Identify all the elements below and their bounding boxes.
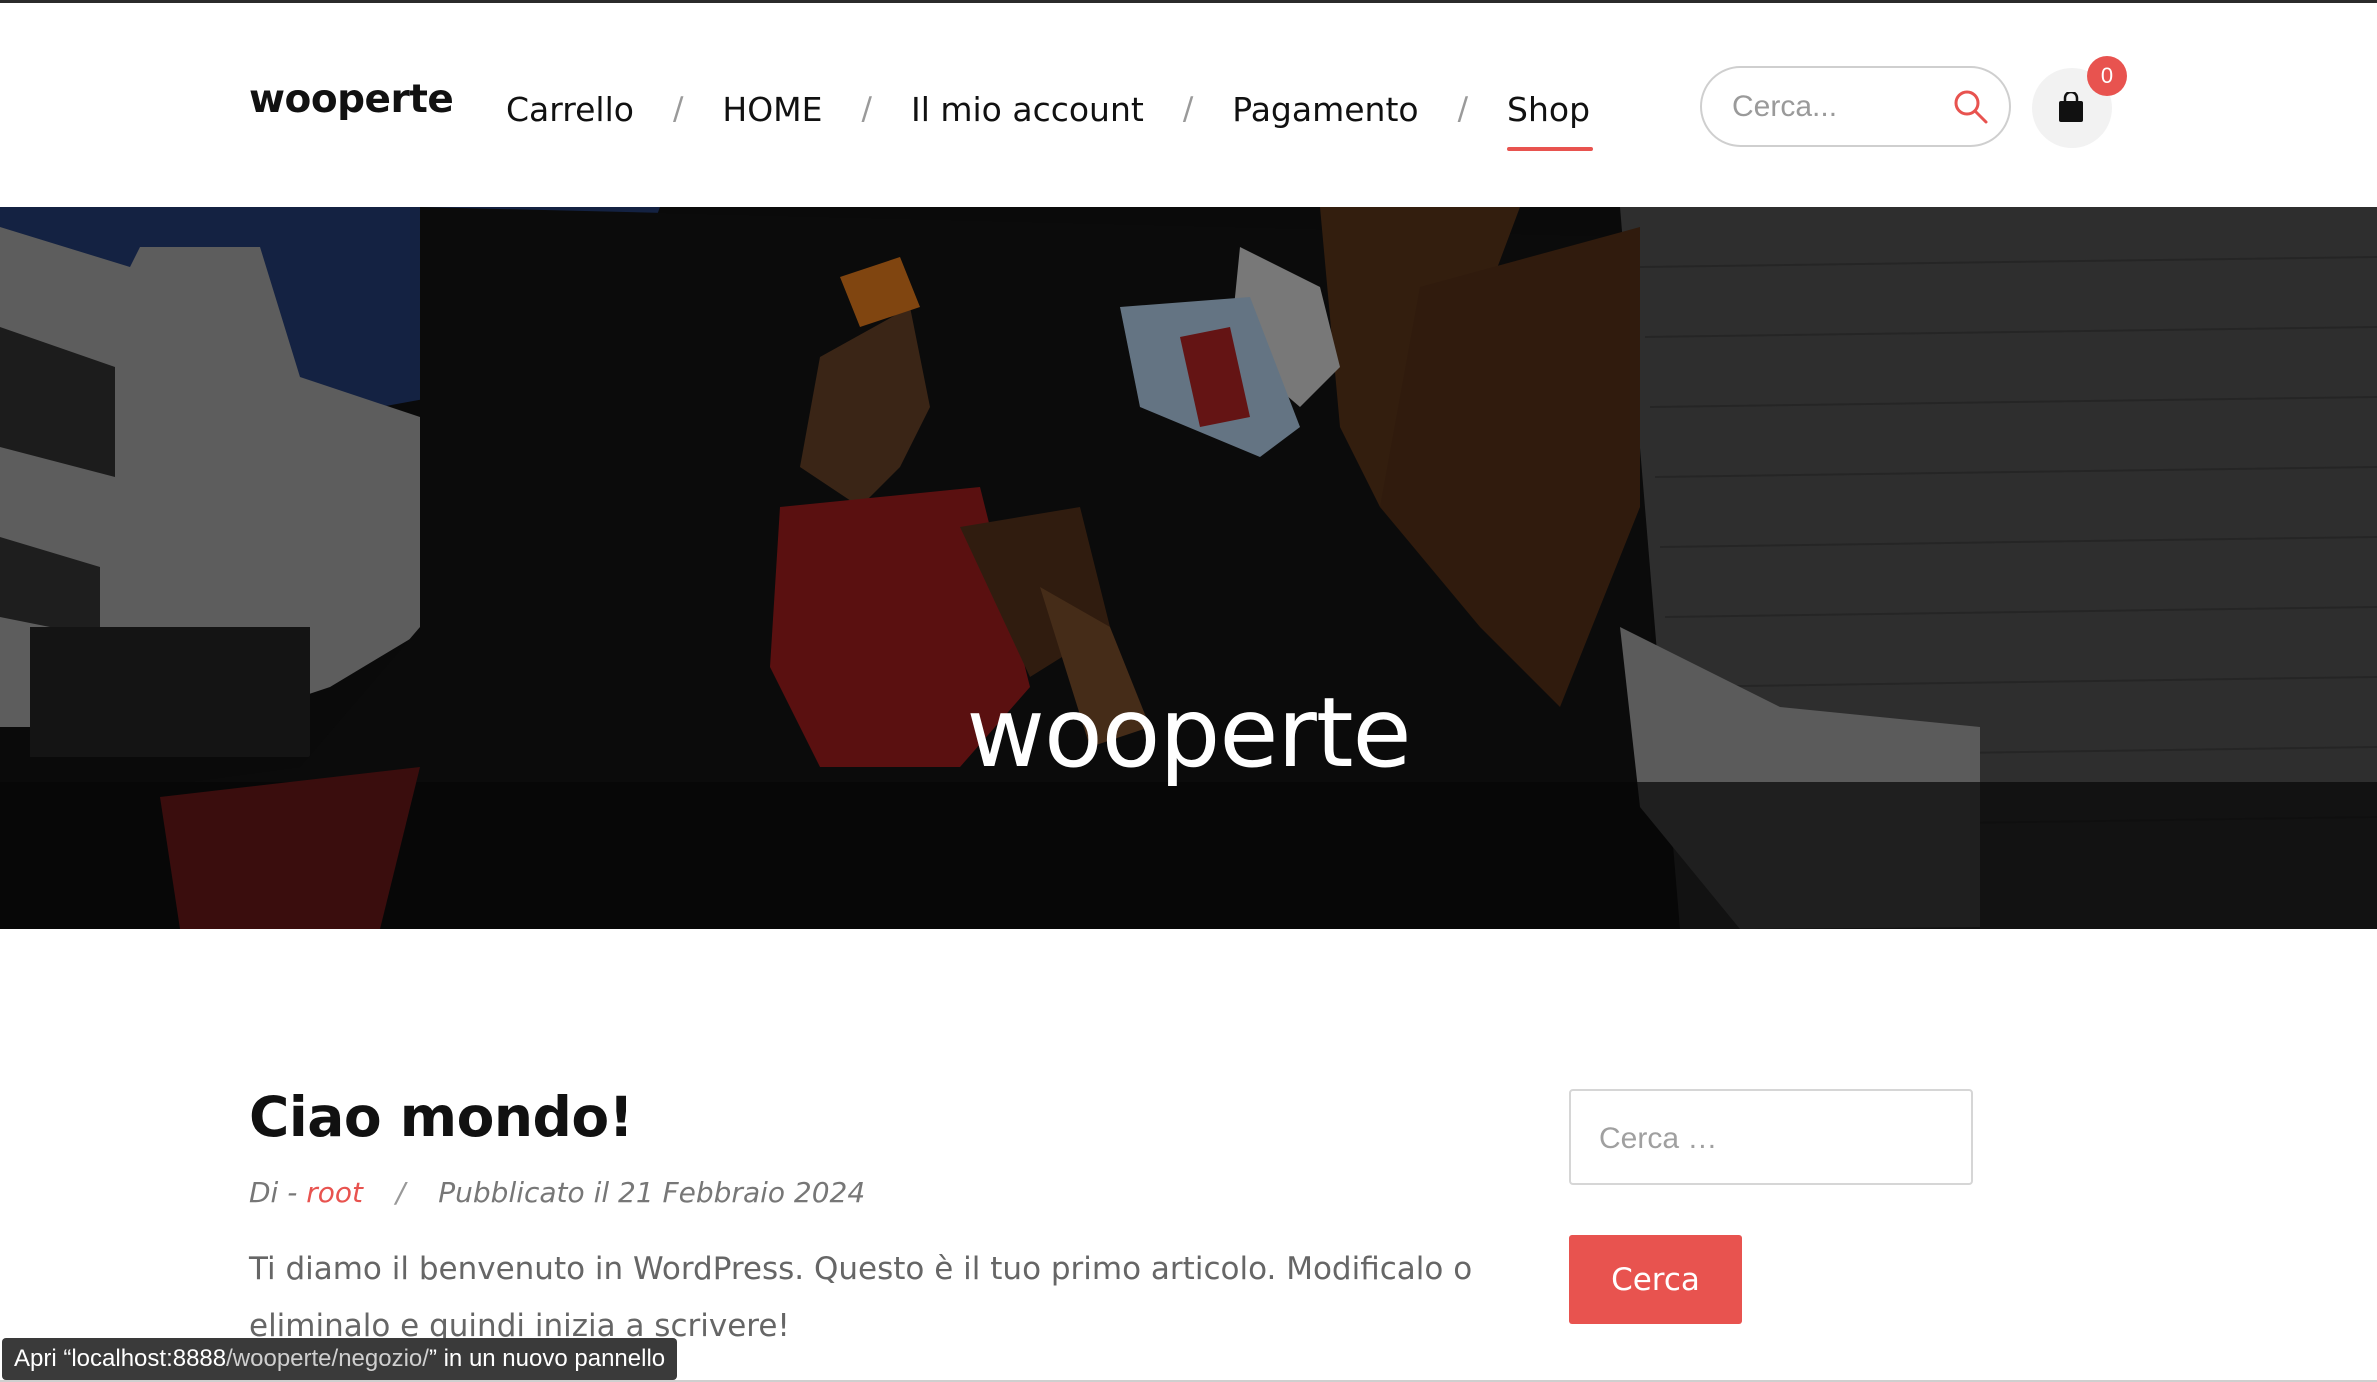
status-bar-prefix: Apri “localhost:8888 xyxy=(14,1345,227,1372)
site-header: wooperte Carrello / HOME / Il mio accoun… xyxy=(0,6,2377,207)
post-meta-prefix: Di - xyxy=(249,1176,298,1209)
header-search xyxy=(1700,66,2011,147)
post-meta-separator: / xyxy=(395,1176,406,1209)
post-author-link[interactable]: root xyxy=(306,1176,363,1209)
main-navigation: Carrello / HOME / Il mio account / Pagam… xyxy=(506,84,1594,151)
status-bar-path: /wooperte/negozio/ xyxy=(226,1345,429,1372)
sidebar-search-box xyxy=(1569,1089,1973,1185)
sidebar-search-button[interactable]: Cerca xyxy=(1569,1235,1742,1324)
hero-banner: wooperte xyxy=(0,207,2377,929)
status-bar-suffix: ” in un nuovo pannello xyxy=(428,1345,666,1372)
nav-item-carrello[interactable]: Carrello xyxy=(506,90,634,129)
nav-separator: / xyxy=(1182,91,1194,127)
post-date: Pubblicato il 21 Febbraio 2024 xyxy=(438,1176,866,1209)
nav-item-account[interactable]: Il mio account xyxy=(911,90,1144,129)
site-logo[interactable]: wooperte xyxy=(249,77,454,122)
shopping-bag-icon xyxy=(2059,92,2083,122)
search-icon[interactable] xyxy=(1952,88,1990,126)
sidebar-search-input[interactable] xyxy=(1599,1117,1939,1161)
nav-item-shop[interactable]: Shop xyxy=(1507,90,1594,151)
browser-status-bar: Apri “localhost:8888/wooperte/negozio/” … xyxy=(2,1338,678,1380)
post-title[interactable]: Ciao mondo! xyxy=(249,1085,634,1149)
nav-separator: / xyxy=(861,91,872,127)
cart-count-badge: 0 xyxy=(2087,56,2127,96)
header-search-input[interactable] xyxy=(1732,85,1942,129)
nav-separator: / xyxy=(672,91,684,127)
hero-mural-image xyxy=(0,207,2377,929)
nav-separator: / xyxy=(1457,91,1469,127)
post-meta: Di - root / Pubblicato il 21 Febbraio 20… xyxy=(249,1176,865,1209)
hero-title: wooperte xyxy=(966,677,1411,789)
nav-item-home[interactable]: HOME xyxy=(722,90,822,129)
nav-item-pagamento[interactable]: Pagamento xyxy=(1232,90,1418,129)
